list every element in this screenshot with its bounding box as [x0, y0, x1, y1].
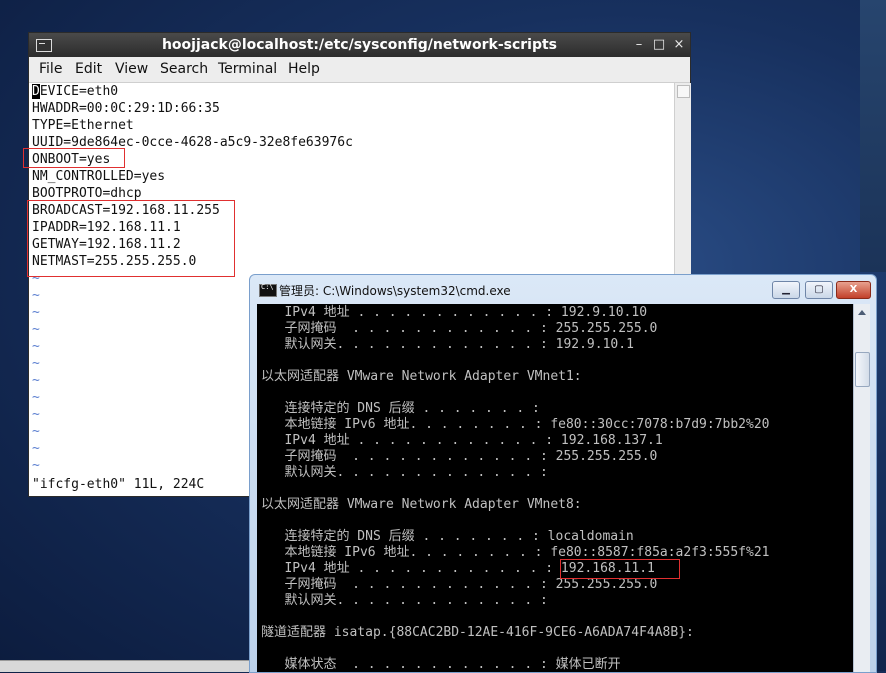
vim-status-line: "ifcfg-eth0" 11L, 224C [32, 477, 205, 492]
vim-empty-line: ~ [32, 322, 40, 337]
vim-empty-line: ~ [32, 339, 40, 354]
cmd-title-bar[interactable]: 管理员: C:\Windows\system32\cmd.exe ▁ ▢ X [250, 275, 876, 303]
maximize-button[interactable]: □ [649, 33, 669, 57]
console-line: 以太网适配器 VMware Network Adapter VMnet1: [261, 369, 582, 384]
menu-search[interactable]: Search [160, 57, 208, 82]
scroll-thumb[interactable] [855, 352, 870, 387]
highlight-onboot-box [23, 148, 125, 168]
vim-empty-line: ~ [32, 390, 40, 405]
cmd-console[interactable]: IPv4 地址 . . . . . . . . . . . . : 192.9.… [257, 304, 853, 672]
scroll-up-icon[interactable] [677, 85, 690, 98]
console-line: 连接特定的 DNS 后缀 . . . . . . . : localdomain [261, 529, 634, 544]
console-line: 本地链接 IPv6 地址. . . . . . . . : fe80::8587… [261, 545, 770, 560]
terminal-title-bar[interactable]: hoojjack@localhost:/etc/sysconfig/networ… [29, 33, 690, 57]
menu-terminal[interactable]: Terminal [218, 57, 277, 82]
menu-help[interactable]: Help [288, 57, 320, 82]
highlight-ip-config-box [27, 200, 235, 277]
vim-empty-line: ~ [32, 356, 40, 371]
console-line: 连接特定的 DNS 后缀 . . . . . . . : [261, 401, 540, 416]
cmd-icon [259, 283, 277, 297]
cmd-window[interactable]: 管理员: C:\Windows\system32\cmd.exe ▁ ▢ X I… [249, 274, 877, 673]
close-button[interactable]: × [669, 33, 689, 57]
console-line: IPv4 地址 . . . . . . . . . . . . : 192.16… [261, 433, 663, 448]
highlight-ipv4-box [560, 559, 680, 579]
console-line: 默认网关. . . . . . . . . . . . . : [261, 593, 548, 608]
config-line-type: TYPE=Ethernet [32, 118, 134, 133]
console-line: 子网掩码 . . . . . . . . . . . . : 255.255.2… [261, 321, 658, 336]
console-line: 本地链接 IPv6 地址. . . . . . . . : fe80::30cc… [261, 417, 770, 432]
config-line-nm-controlled: NM_CONTROLLED=yes [32, 169, 166, 184]
vim-empty-line: ~ [32, 407, 40, 422]
vim-empty-line: ~ [32, 458, 40, 473]
terminal-icon [36, 39, 52, 52]
terminal-menu-bar: File Edit View Search Terminal Help [29, 57, 690, 83]
maximize-button[interactable]: ▢ [805, 281, 833, 299]
vim-empty-line: ~ [32, 288, 40, 303]
menu-view[interactable]: View [115, 57, 148, 82]
console-line: 隧道适配器 isatap.{88CAC2BD-12AE-416F-9CE6-A6… [261, 625, 694, 640]
terminal-title: hoojjack@localhost:/etc/sysconfig/networ… [161, 37, 558, 53]
config-line-device: DEVICE=eth0 [32, 84, 119, 99]
text-cursor: D [32, 84, 40, 99]
minimize-button[interactable]: ▁ [772, 281, 800, 299]
scroll-up-icon[interactable] [858, 310, 866, 315]
config-line-hwaddr: HWADDR=00:0C:29:1D:66:35 [32, 101, 220, 116]
vim-empty-line: ~ [32, 441, 40, 456]
cmd-title: 管理员: C:\Windows\system32\cmd.exe [279, 284, 511, 298]
console-line: IPv4 地址 . . . . . . . . . . . . : 192.9.… [261, 305, 648, 320]
minimize-button[interactable]: – [629, 33, 649, 57]
console-line: 子网掩码 . . . . . . . . . . . . : 255.255.2… [261, 577, 658, 592]
taskbar [0, 660, 249, 672]
menu-file[interactable]: File [39, 57, 62, 82]
console-line: 默认网关. . . . . . . . . . . . . : 192.9.10… [261, 337, 634, 352]
cmd-scrollbar[interactable] [853, 304, 870, 672]
console-line: 子网掩码 . . . . . . . . . . . . : 255.255.2… [261, 449, 658, 464]
desktop-background [860, 0, 886, 272]
vim-empty-line: ~ [32, 305, 40, 320]
menu-edit[interactable]: Edit [75, 57, 102, 82]
vim-empty-line: ~ [32, 424, 40, 439]
console-line: 默认网关. . . . . . . . . . . . . : [261, 465, 548, 480]
console-line: 媒体状态 . . . . . . . . . . . . : 媒体已断开 [261, 657, 621, 672]
console-line: 以太网适配器 VMware Network Adapter VMnet8: [261, 497, 582, 512]
close-button[interactable]: X [836, 281, 871, 299]
vim-empty-line: ~ [32, 373, 40, 388]
